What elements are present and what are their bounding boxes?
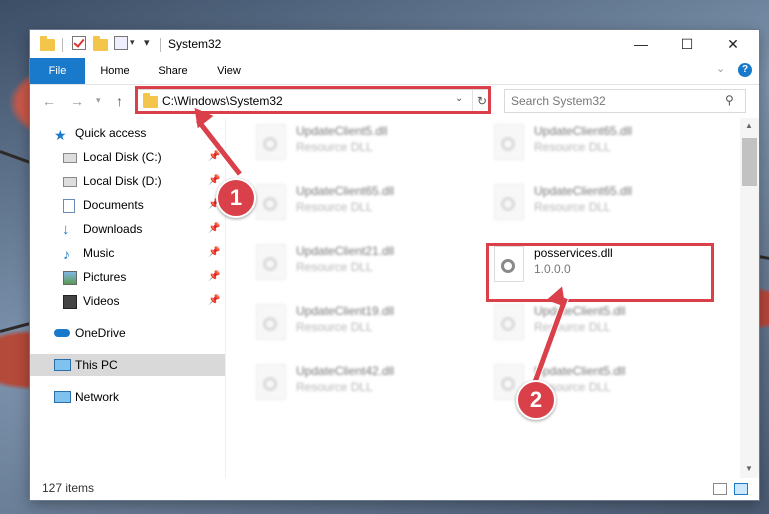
maximize-button[interactable]: ☐	[664, 30, 710, 58]
dll-file-icon	[256, 244, 286, 280]
minimize-button[interactable]: —	[618, 30, 664, 58]
film-strip-icon	[63, 295, 77, 309]
expand-ribbon-icon[interactable]: ⌄	[716, 62, 725, 75]
status-bar: 127 items	[30, 478, 759, 500]
forward-arrow-icon[interactable]: →	[70, 93, 84, 109]
list-item[interactable]: UpdateClient21.dll Resource DLL	[252, 238, 482, 288]
list-item[interactable]: UpdateClient5.dll Resource DLL	[252, 118, 482, 168]
search-placeholder: Search System32	[511, 94, 606, 108]
folder-icon	[40, 36, 55, 52]
computer-icon	[54, 359, 71, 371]
dll-file-icon	[256, 124, 286, 160]
network-icon	[54, 391, 71, 403]
details-view-icon[interactable]	[713, 483, 727, 495]
list-item[interactable]: UpdateClient42.dll Resource DLL	[252, 358, 482, 408]
back-arrow-icon[interactable]: ←	[42, 93, 56, 109]
music-note-icon: ♪	[63, 246, 70, 262]
ribbon: File Home Share View ⌄ ?	[30, 58, 759, 85]
navigation-pane: ★ Quick access Local Disk (C:) 📌 Local D…	[30, 118, 226, 478]
file-highlight	[486, 243, 714, 302]
step-2-badge: 2	[516, 380, 556, 420]
search-input[interactable]: Search System32 ⚲	[504, 89, 746, 113]
step-1-badge: 1	[216, 178, 256, 218]
recent-locations-icon[interactable]: ▾	[96, 95, 101, 106]
tab-home[interactable]: Home	[92, 58, 138, 84]
list-item[interactable]: UpdateClient65.dll Resource DLL	[490, 178, 720, 228]
cloud-icon	[54, 329, 70, 337]
customize-toolbar-icon[interactable]	[114, 36, 128, 52]
pin-icon[interactable]: 📌	[208, 290, 220, 312]
scrollbar-thumb[interactable]	[742, 138, 757, 186]
sidebar-item-network[interactable]: Network	[30, 386, 225, 408]
sidebar-item-music[interactable]: ♪ Music 📌	[30, 242, 225, 264]
new-folder-icon[interactable]	[93, 36, 108, 52]
dll-file-icon	[256, 184, 286, 220]
list-item[interactable]: UpdateClient5.dll Resource DLL	[490, 298, 720, 348]
sidebar-item-downloads[interactable]: ↓ Downloads 📌	[30, 218, 225, 240]
scroll-down-icon[interactable]: ▼	[745, 464, 753, 473]
up-arrow-icon[interactable]: ↑	[116, 93, 123, 109]
pin-icon[interactable]: 📌	[208, 218, 220, 240]
dll-file-icon	[494, 184, 524, 220]
help-icon[interactable]: ?	[738, 63, 752, 77]
drive-icon	[63, 177, 77, 187]
title-bar: ▾ ▾ System32 — ☐ ✕	[30, 30, 759, 58]
dll-file-icon	[494, 124, 524, 160]
list-item[interactable]: UpdateClient65.dll Resource DLL	[490, 118, 720, 168]
picture-icon	[63, 271, 77, 285]
tab-share[interactable]: Share	[150, 58, 196, 84]
document-icon	[63, 199, 75, 213]
sidebar-item-onedrive[interactable]: OneDrive	[30, 322, 225, 344]
drive-icon	[63, 153, 77, 163]
toolbar-dropdown-icon[interactable]: ▾	[144, 36, 150, 52]
pin-icon[interactable]: 📌	[208, 266, 220, 288]
properties-check-icon[interactable]	[72, 36, 86, 52]
dll-file-icon	[256, 364, 286, 400]
dll-file-icon	[494, 304, 524, 340]
sidebar-item-local-disk-d[interactable]: Local Disk (D:) 📌	[30, 170, 225, 192]
list-item[interactable]: UpdateClient19.dll Resource DLL	[252, 298, 482, 348]
vertical-scrollbar[interactable]: ▲ ▼	[740, 118, 759, 478]
pin-icon[interactable]: 📌	[208, 242, 220, 264]
sidebar-item-this-pc[interactable]: This PC	[30, 354, 225, 376]
sidebar-item-local-disk-c[interactable]: Local Disk (C:) 📌	[30, 146, 225, 168]
close-button[interactable]: ✕	[710, 30, 756, 58]
chevron-down-icon[interactable]: ▾	[130, 37, 135, 53]
search-icon[interactable]: ⚲	[725, 93, 734, 107]
tab-file[interactable]: File	[30, 58, 85, 84]
sidebar-item-pictures[interactable]: Pictures 📌	[30, 266, 225, 288]
star-icon: ★	[54, 127, 67, 143]
large-icons-view-icon[interactable]	[734, 483, 748, 495]
sidebar-item-videos[interactable]: Videos 📌	[30, 290, 225, 312]
address-bar-highlight	[135, 86, 491, 114]
window-title: System32	[168, 37, 222, 51]
item-count: 127 items	[42, 481, 95, 495]
tab-view[interactable]: View	[206, 58, 252, 84]
sidebar-item-documents[interactable]: Documents 📌	[30, 194, 225, 216]
list-item[interactable]: UpdateClient65.dll Resource DLL	[252, 178, 482, 228]
dll-file-icon	[256, 304, 286, 340]
scroll-up-icon[interactable]: ▲	[745, 121, 753, 130]
download-arrow-icon: ↓	[62, 221, 70, 238]
explorer-window: ▾ ▾ System32 — ☐ ✕ File Home Share View …	[30, 30, 759, 500]
